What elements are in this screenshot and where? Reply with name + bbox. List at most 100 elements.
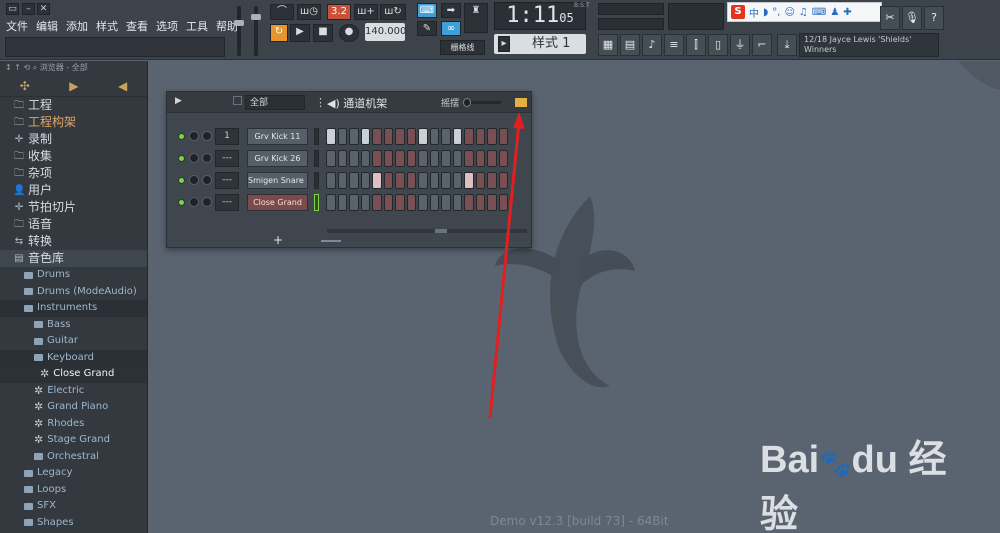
step-button[interactable]: [429, 172, 439, 189]
ime-mode[interactable]: 中: [749, 5, 759, 20]
channel-name-button[interactable]: Grv Kick 26: [247, 150, 308, 167]
mic-icon[interactable]: ♫: [799, 7, 808, 18]
step-button[interactable]: [337, 194, 347, 211]
rack-options-arrow-icon[interactable]: ▶: [175, 96, 182, 106]
step-button[interactable]: [418, 150, 428, 167]
browser-item-loops[interactable]: Loops: [0, 482, 147, 499]
browser-item-speech[interactable]: 🗀 语音: [13, 216, 147, 233]
channel-select[interactable]: [314, 194, 319, 211]
browser-item-misc[interactable]: 🗀 杂项: [13, 165, 147, 182]
add-channel-button[interactable]: +: [273, 233, 283, 247]
step-button[interactable]: [360, 150, 370, 167]
channel-volume-knob[interactable]: [202, 175, 212, 185]
pat-song-indicator[interactable]: 3.2: [327, 4, 351, 20]
step-button[interactable]: [441, 150, 451, 167]
step-button[interactable]: [475, 128, 485, 145]
playlist-icon[interactable]: ▦: [598, 34, 618, 56]
step-button[interactable]: [452, 172, 462, 189]
browser-item-project-bones[interactable]: 🗀 工程构架: [13, 114, 147, 131]
plugin-icon[interactable]: ⏚: [730, 34, 750, 56]
microphone-icon[interactable]: 🎙: [902, 6, 922, 30]
browser-item-sliced-beats[interactable]: ✛ 节拍切片: [13, 199, 147, 216]
step-button[interactable]: [464, 150, 474, 167]
browser-item-shapes[interactable]: Shapes: [0, 515, 147, 532]
step-button[interactable]: [372, 172, 382, 189]
menu-patterns[interactable]: 样式: [96, 18, 118, 34]
piano-roll-icon[interactable]: ♪: [642, 34, 662, 56]
step-button[interactable]: [349, 128, 359, 145]
menu-file[interactable]: 文件: [6, 18, 28, 34]
sogou-logo-icon[interactable]: S: [731, 5, 745, 19]
browser-item-legacy[interactable]: Legacy: [0, 465, 147, 482]
link-icon[interactable]: ∞: [441, 21, 461, 36]
step-button[interactable]: [498, 172, 508, 189]
browser-item-sfx[interactable]: SFX: [0, 498, 147, 515]
mixer-icon[interactable]: ⫿: [686, 34, 706, 56]
channel-mixer-track[interactable]: ---: [215, 150, 239, 167]
step-button[interactable]: [372, 150, 382, 167]
moon-icon[interactable]: ◗: [763, 7, 768, 18]
channel-mixer-track[interactable]: ---: [215, 194, 239, 211]
punctuation-icon[interactable]: °,: [772, 7, 780, 18]
step-button[interactable]: [326, 150, 336, 167]
channel-pan-knob[interactable]: [189, 197, 199, 207]
step-button[interactable]: [326, 172, 336, 189]
step-button[interactable]: [475, 172, 485, 189]
menu-add[interactable]: 添加: [66, 18, 88, 34]
channel-mute-led[interactable]: [178, 133, 185, 140]
rack-checkbox[interactable]: [233, 96, 242, 105]
emoji-icon[interactable]: ☺: [784, 7, 794, 18]
browser-item-drums-modeaudio[interactable]: Drums (ModeAudio): [0, 284, 147, 301]
channel-select[interactable]: [314, 128, 319, 145]
browser-item-recorded[interactable]: ✛ 录制: [13, 131, 147, 148]
step-button[interactable]: [498, 150, 508, 167]
step-button[interactable]: [464, 194, 474, 211]
browser-icon[interactable]: ≡: [664, 34, 684, 56]
step-button[interactable]: [487, 194, 497, 211]
help-icon[interactable]: ?: [924, 6, 944, 30]
browser-item-collected[interactable]: 🗀 收集: [13, 148, 147, 165]
step-button[interactable]: [383, 150, 393, 167]
step-button[interactable]: [487, 150, 497, 167]
download-icon[interactable]: ⤓: [777, 34, 797, 56]
window-menu-button[interactable]: ▭: [6, 3, 19, 15]
browser-expand-icon[interactable]: ✣: [20, 79, 30, 93]
step-button[interactable]: [487, 172, 497, 189]
step-button[interactable]: [360, 194, 370, 211]
step-edit-icon[interactable]: ➡: [441, 3, 461, 18]
swing-slider[interactable]: [463, 98, 501, 107]
step-button[interactable]: [452, 128, 462, 145]
stamp-icon[interactable]: ♜: [464, 3, 488, 33]
step-button[interactable]: [406, 172, 416, 189]
minimize-button[interactable]: –: [22, 3, 35, 15]
step-button[interactable]: [326, 128, 336, 145]
wait-input-icon[interactable]: ш+: [354, 4, 378, 20]
step-button[interactable]: [395, 150, 405, 167]
browser-item-drums[interactable]: Drums: [0, 267, 147, 284]
step-button[interactable]: [441, 194, 451, 211]
step-button[interactable]: [441, 128, 451, 145]
wrench-icon[interactable]: ⌐: [752, 34, 772, 56]
step-button[interactable]: [326, 194, 336, 211]
step-button[interactable]: [372, 194, 382, 211]
step-button[interactable]: [395, 194, 405, 211]
channel-select[interactable]: [314, 172, 319, 189]
tempo-display[interactable]: 140.000: [365, 23, 406, 41]
rack-grid-icon[interactable]: [515, 98, 527, 107]
step-button[interactable]: [464, 128, 474, 145]
step-button[interactable]: [418, 128, 428, 145]
step-button[interactable]: [487, 128, 497, 145]
step-button[interactable]: [349, 150, 359, 167]
browser-item-projects[interactable]: 🗀 工程: [13, 97, 147, 114]
rack-horizontal-scrollbar[interactable]: [317, 240, 497, 243]
menu-options[interactable]: 选项: [156, 18, 178, 34]
pattern-arrow-icon[interactable]: ▸: [498, 36, 510, 52]
step-button[interactable]: [383, 194, 393, 211]
record-button[interactable]: ●: [339, 24, 359, 42]
browser-item-electric[interactable]: ✲ Electric: [0, 383, 147, 400]
step-button[interactable]: [337, 172, 347, 189]
browser-item-instruments[interactable]: Instruments: [0, 300, 147, 317]
channel-rack-icon[interactable]: ▤: [620, 34, 640, 56]
master-volume-slider[interactable]: [234, 6, 244, 56]
close-button[interactable]: ✕: [37, 3, 50, 15]
